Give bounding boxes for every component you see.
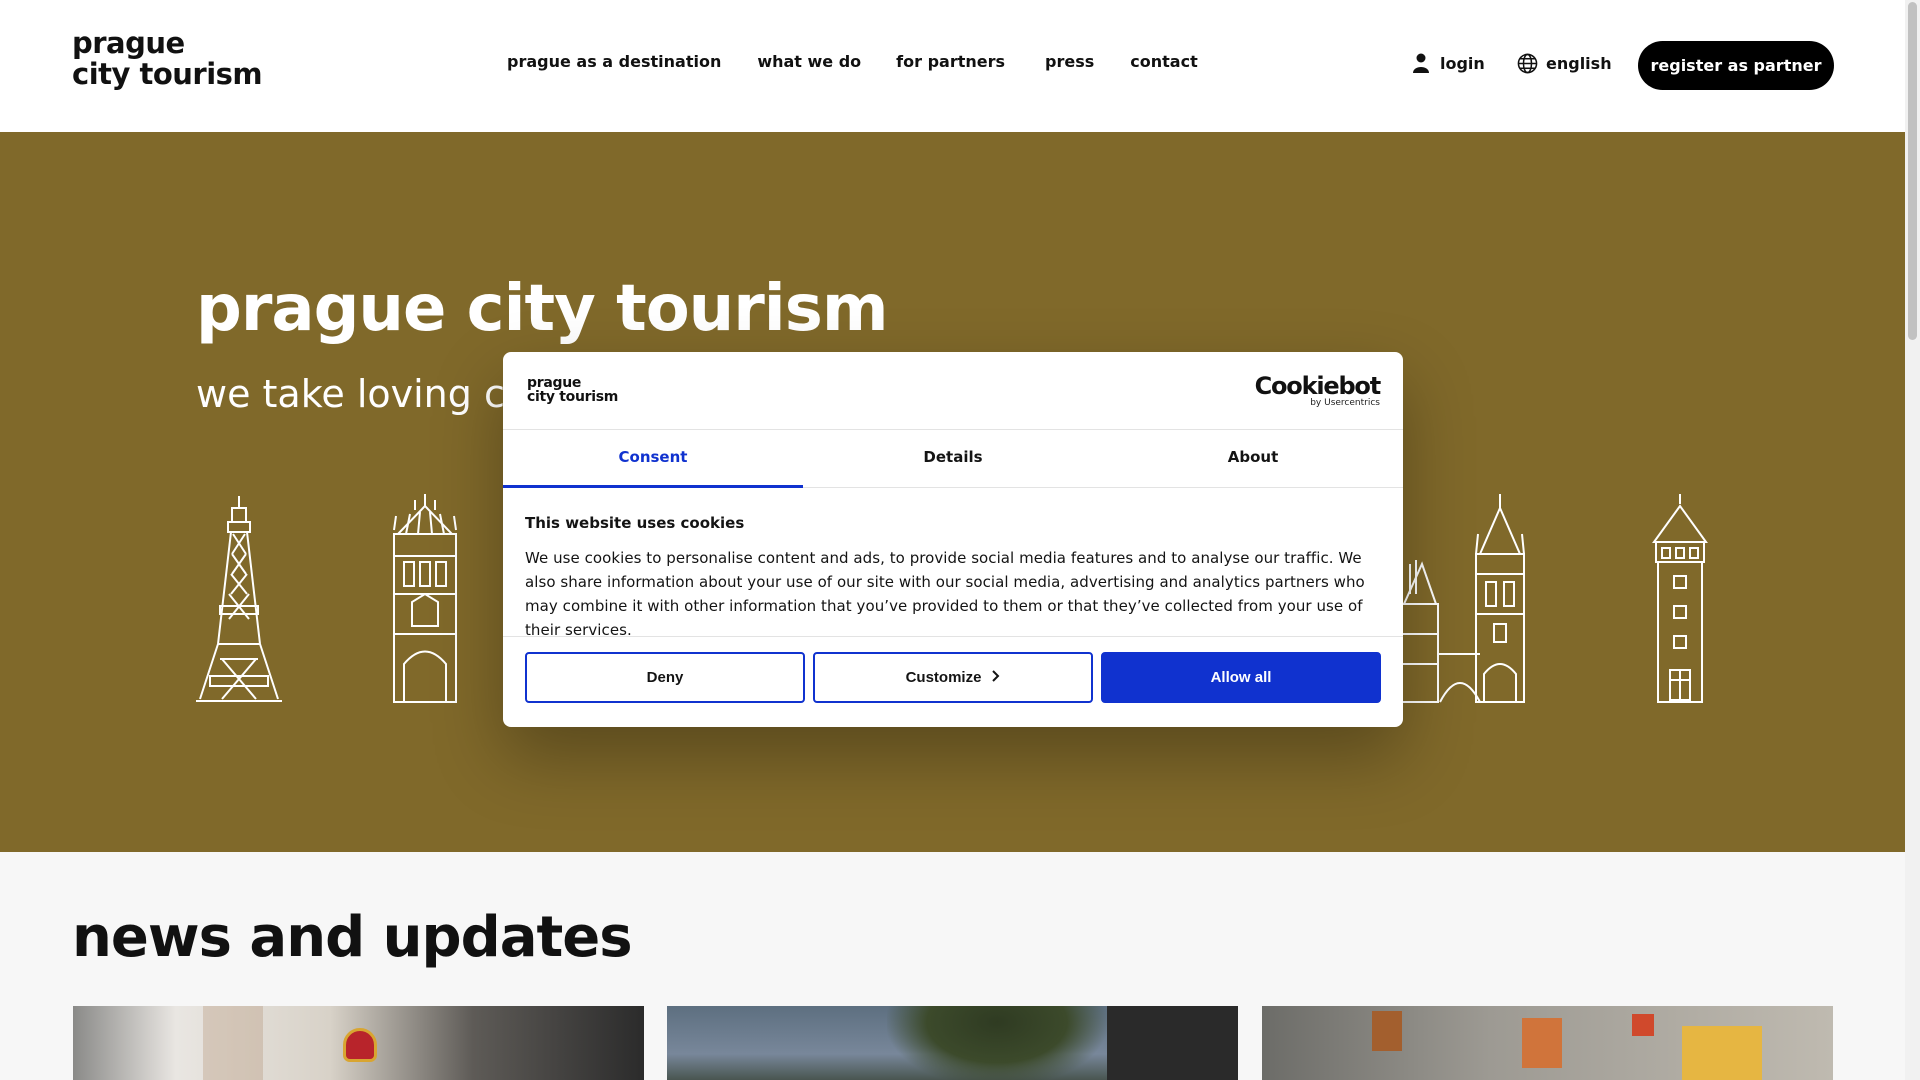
news-card-1[interactable]: [73, 1006, 644, 1080]
customize-button[interactable]: Customize: [813, 652, 1093, 703]
login-link[interactable]: login: [1410, 52, 1485, 74]
tab-consent[interactable]: Consent: [503, 430, 803, 488]
login-label: login: [1440, 53, 1485, 73]
site-header: prague city tourism prague as a destinat…: [0, 0, 1905, 132]
main-navigation: prague as a destination what we do for p…: [507, 52, 1234, 71]
cookie-dialog-heading: This website uses cookies: [525, 514, 745, 532]
cookie-consent-dialog: prague city tourism Cookiebot by Usercen…: [503, 352, 1403, 727]
hero-title: prague city tourism: [196, 272, 888, 346]
news-card-2[interactable]: [667, 1006, 1238, 1080]
cookie-logo-line-2: city tourism: [527, 389, 619, 405]
nav-what-we-do[interactable]: what we do: [757, 52, 861, 71]
deny-button[interactable]: Deny: [525, 652, 805, 703]
register-as-partner-button[interactable]: register as partner: [1638, 41, 1834, 90]
globe-icon: [1516, 52, 1538, 74]
cookiebot-logo[interactable]: Cookiebot by Usercentrics: [1254, 372, 1382, 408]
nav-prague-as-a-destination[interactable]: prague as a destination: [507, 52, 721, 71]
cookie-dialog-actions: Deny Customize Allow all: [525, 652, 1381, 703]
nav-press[interactable]: press: [1045, 52, 1094, 71]
page-scrollbar[interactable]: [1905, 0, 1920, 1080]
scrollbar-thumb[interactable]: [1908, 2, 1917, 340]
cookie-dialog-body: This website uses cookies We use cookies…: [503, 488, 1403, 639]
cookie-dialog-text: We use cookies to personalise content an…: [525, 549, 1365, 639]
language-label: english: [1546, 53, 1612, 73]
language-selector[interactable]: english: [1516, 52, 1612, 74]
old-town-bridge-tower-illustration: [1401, 494, 1525, 703]
nav-contact[interactable]: contact: [1130, 52, 1197, 71]
cookie-dialog-logo: prague city tourism: [527, 376, 618, 404]
allow-all-button[interactable]: Allow all: [1101, 652, 1381, 703]
cookie-logo-line-1: prague: [527, 375, 582, 391]
petrin-tower-illustration: [196, 496, 282, 702]
tree-image: [887, 1006, 1107, 1080]
city-tower-illustration: [1652, 494, 1708, 703]
user-icon: [1410, 52, 1432, 74]
logo-line-1: prague: [72, 26, 185, 60]
customize-label: Customize: [905, 669, 982, 686]
deny-label: Deny: [646, 669, 684, 686]
model-buildings-image: [1372, 1011, 1402, 1051]
nav-for-partners[interactable]: for partners: [896, 52, 1005, 71]
cookiebot-brand: Cookiebot: [1254, 372, 1382, 400]
news-section-title: news and updates: [72, 905, 633, 970]
cookie-dialog-tabs: Consent Details About: [503, 430, 1403, 488]
tab-details[interactable]: Details: [803, 430, 1103, 487]
news-card-3[interactable]: [1262, 1006, 1833, 1080]
chevron-right-icon: [991, 669, 1000, 687]
tab-about[interactable]: About: [1103, 430, 1403, 487]
site-logo[interactable]: prague city tourism: [72, 26, 263, 91]
cookie-dialog-header: prague city tourism Cookiebot by Usercen…: [503, 352, 1403, 430]
crown-image: [343, 1028, 377, 1062]
logo-line-2: city tourism: [72, 57, 263, 91]
powder-tower-illustration: [393, 494, 457, 703]
allow-all-label: Allow all: [1210, 669, 1272, 686]
